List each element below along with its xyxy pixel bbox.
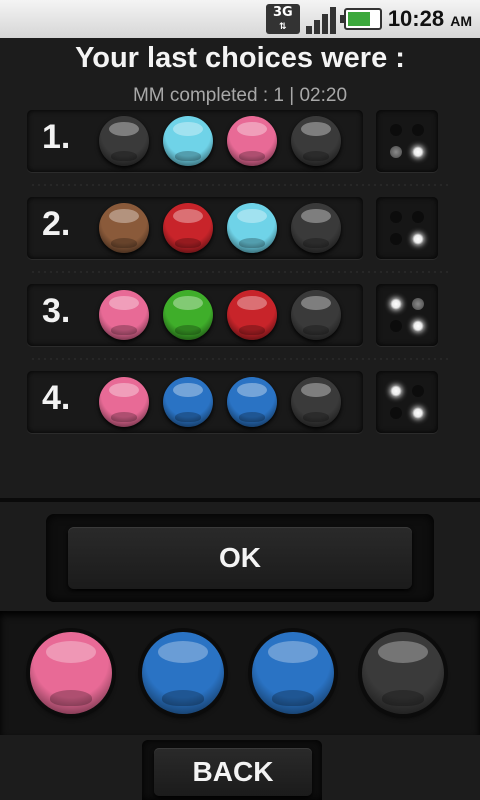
black-ball xyxy=(291,203,341,253)
row-separator xyxy=(30,358,450,360)
choice-number: 2. xyxy=(42,205,71,243)
status-bar: 3G ⇅ 10:28 AM xyxy=(0,0,480,38)
choice-number: 4. xyxy=(42,379,71,417)
white-peg xyxy=(412,233,424,245)
page-title: Your last choices were : xyxy=(75,42,405,74)
black-ball xyxy=(291,116,341,166)
black-ball xyxy=(99,116,149,166)
selected-pink-ball[interactable] xyxy=(30,632,112,714)
empty-peg xyxy=(412,385,424,397)
feedback-pegs xyxy=(376,284,438,346)
choice-number: 3. xyxy=(42,292,71,330)
empty-peg xyxy=(390,407,402,419)
blue-ball xyxy=(163,377,213,427)
back-button[interactable]: BACK xyxy=(154,748,312,796)
red-ball xyxy=(227,290,277,340)
pink-ball xyxy=(99,377,149,427)
feedback-pegs xyxy=(376,110,438,172)
brown-ball xyxy=(99,203,149,253)
feedback-pegs xyxy=(376,197,438,259)
selected-black-ball[interactable] xyxy=(362,632,444,714)
blue-ball xyxy=(227,377,277,427)
black-ball xyxy=(291,377,341,427)
pink-ball xyxy=(227,116,277,166)
row-separator xyxy=(30,184,450,186)
signal-icon xyxy=(305,4,338,34)
choice-number: 1. xyxy=(42,118,71,156)
divider xyxy=(0,498,480,502)
pink-ball xyxy=(99,290,149,340)
choice-row: 1. xyxy=(27,110,363,172)
white-peg xyxy=(412,320,424,332)
black-ball xyxy=(291,290,341,340)
clock-time: 10:28 xyxy=(387,6,445,31)
row-separator xyxy=(30,271,450,273)
white-peg xyxy=(390,298,402,310)
empty-peg xyxy=(412,211,424,223)
cyan-ball xyxy=(227,203,277,253)
selected-blue-ball[interactable] xyxy=(142,632,224,714)
game-stats: MM completed : 1 | 02:20 xyxy=(132,85,348,106)
empty-peg xyxy=(390,124,402,136)
empty-peg xyxy=(390,211,402,223)
choice-row: 3. xyxy=(27,284,363,346)
white-peg xyxy=(412,146,424,158)
ok-button[interactable]: OK xyxy=(68,527,412,589)
network-label: 3G xyxy=(272,5,293,20)
white-peg xyxy=(412,407,424,419)
feedback-pegs xyxy=(376,371,438,433)
red-ball xyxy=(163,203,213,253)
choice-row: 2. xyxy=(27,197,363,259)
empty-peg xyxy=(390,233,402,245)
choice-row: 4. xyxy=(27,371,363,433)
3g-data-icon: 3G ⇅ xyxy=(265,4,300,34)
cyan-ball xyxy=(163,116,213,166)
battery-charging-icon xyxy=(339,8,382,30)
green-ball xyxy=(163,290,213,340)
white-peg xyxy=(390,385,402,397)
clock: 10:28 AM xyxy=(388,6,472,32)
grey-peg xyxy=(412,298,424,310)
empty-peg xyxy=(390,320,402,332)
grey-peg xyxy=(390,146,402,158)
empty-peg xyxy=(412,124,424,136)
selected-blue-ball[interactable] xyxy=(252,632,334,714)
clock-ampm: AM xyxy=(450,13,472,29)
